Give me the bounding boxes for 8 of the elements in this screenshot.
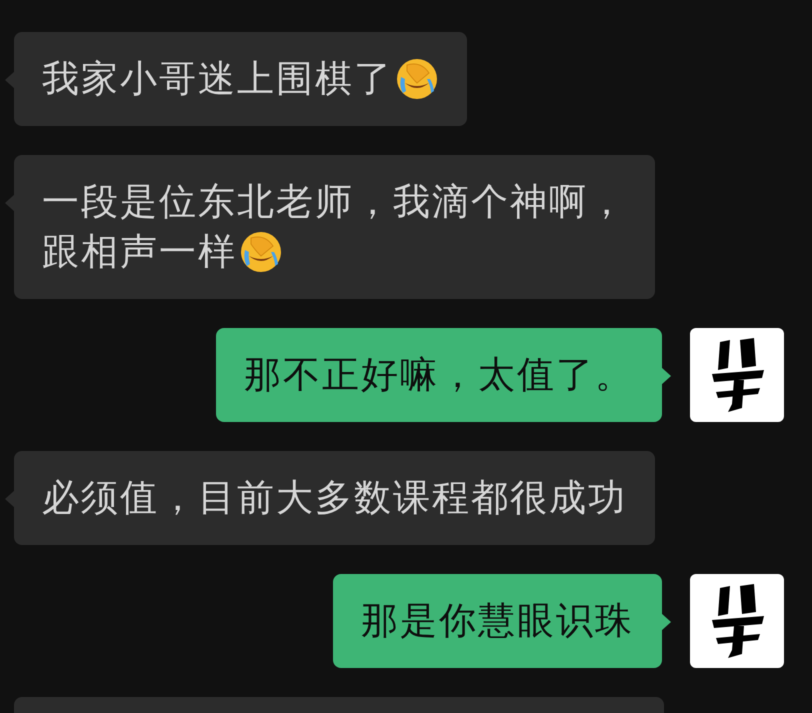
message-text: 我家小哥迷上围棋了 bbox=[42, 56, 393, 102]
message-text: 那是你慧眼识珠 bbox=[361, 598, 634, 644]
message-text: 必须值，目前大多数课程都很成功 bbox=[42, 475, 627, 521]
message-text: 跟相声一样 bbox=[42, 229, 237, 275]
message-text: 一段是位东北老师，我滴个神啊， bbox=[42, 179, 627, 225]
message-text: 那不正好嘛，太值了。 bbox=[244, 352, 634, 398]
facepalm-emoji-icon bbox=[395, 57, 439, 101]
facepalm-emoji-icon bbox=[239, 230, 283, 274]
